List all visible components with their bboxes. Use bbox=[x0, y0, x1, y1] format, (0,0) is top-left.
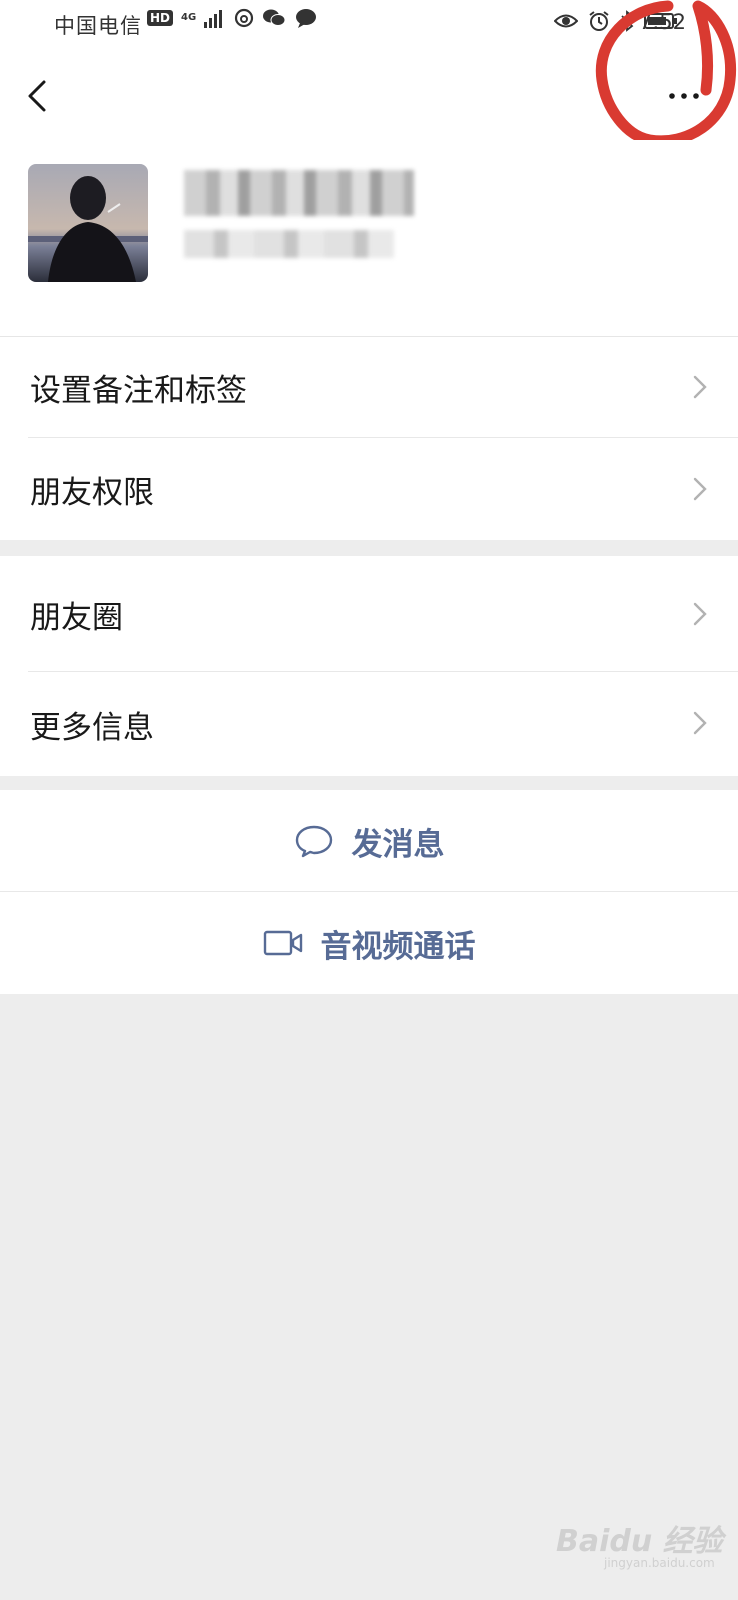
signal-icon bbox=[204, 10, 223, 28]
wechat-icon bbox=[263, 9, 286, 26]
profile-header bbox=[0, 140, 738, 336]
clock: 7:52 bbox=[638, 10, 686, 34]
carrier-name: 中国电信 bbox=[54, 14, 142, 38]
video-call-button[interactable]: 音视频通话 bbox=[0, 892, 738, 994]
chat-bubble-icon bbox=[295, 825, 332, 858]
menu-item-remarks-tags[interactable]: 设置备注和标签 bbox=[0, 336, 738, 438]
send-message-button[interactable]: 发消息 bbox=[0, 790, 738, 892]
avatar[interactable] bbox=[28, 164, 148, 282]
video-camera-icon bbox=[263, 930, 302, 956]
baidu-watermark-logo: Baidu 经验 bbox=[556, 1524, 723, 1559]
menu-item-friend-permissions[interactable]: 朋友权限 bbox=[0, 438, 738, 540]
menu-item-label: 更多信息 bbox=[30, 709, 154, 746]
message-icon bbox=[296, 9, 317, 28]
back-button[interactable] bbox=[18, 70, 62, 122]
nav-bar bbox=[0, 52, 738, 140]
ellipsis-icon bbox=[669, 93, 699, 99]
menu-item-more-info[interactable]: 更多信息 bbox=[0, 672, 738, 776]
video-call-label: 音视频通话 bbox=[320, 928, 476, 965]
contact-id bbox=[184, 230, 394, 258]
action-group: 发消息 音视频通话 bbox=[0, 790, 738, 994]
send-message-label: 发消息 bbox=[351, 826, 445, 863]
alarm-icon bbox=[589, 11, 609, 31]
chevron-right-icon bbox=[693, 602, 707, 626]
more-options-button[interactable] bbox=[648, 74, 710, 118]
bluetooth-icon bbox=[621, 10, 634, 32]
eye-icon bbox=[554, 14, 578, 28]
contact-name bbox=[184, 170, 414, 216]
menu-group-moments: 朋友圈 更多信息 bbox=[0, 556, 738, 776]
menu-item-moments[interactable]: 朋友圈 bbox=[0, 556, 738, 672]
chevron-right-icon bbox=[693, 477, 707, 501]
baidu-watermark-url: jingyan.baidu.com bbox=[604, 1556, 715, 1570]
chevron-left-icon bbox=[28, 80, 46, 112]
status-bar: 中国电信 HD 4G 7:52 bbox=[0, 0, 738, 52]
menu-item-label: 朋友权限 bbox=[30, 474, 154, 511]
menu-group-remarks: 设置备注和标签 朋友权限 bbox=[0, 336, 738, 540]
netease-music-icon bbox=[235, 8, 254, 28]
network-type: 4G bbox=[181, 12, 197, 23]
menu-item-label: 朋友圈 bbox=[30, 599, 123, 636]
hd-badge: HD bbox=[147, 10, 174, 26]
menu-item-label: 设置备注和标签 bbox=[30, 372, 247, 409]
chevron-right-icon bbox=[693, 375, 707, 399]
avatar-photo bbox=[28, 164, 148, 282]
chevron-right-icon bbox=[693, 711, 707, 735]
